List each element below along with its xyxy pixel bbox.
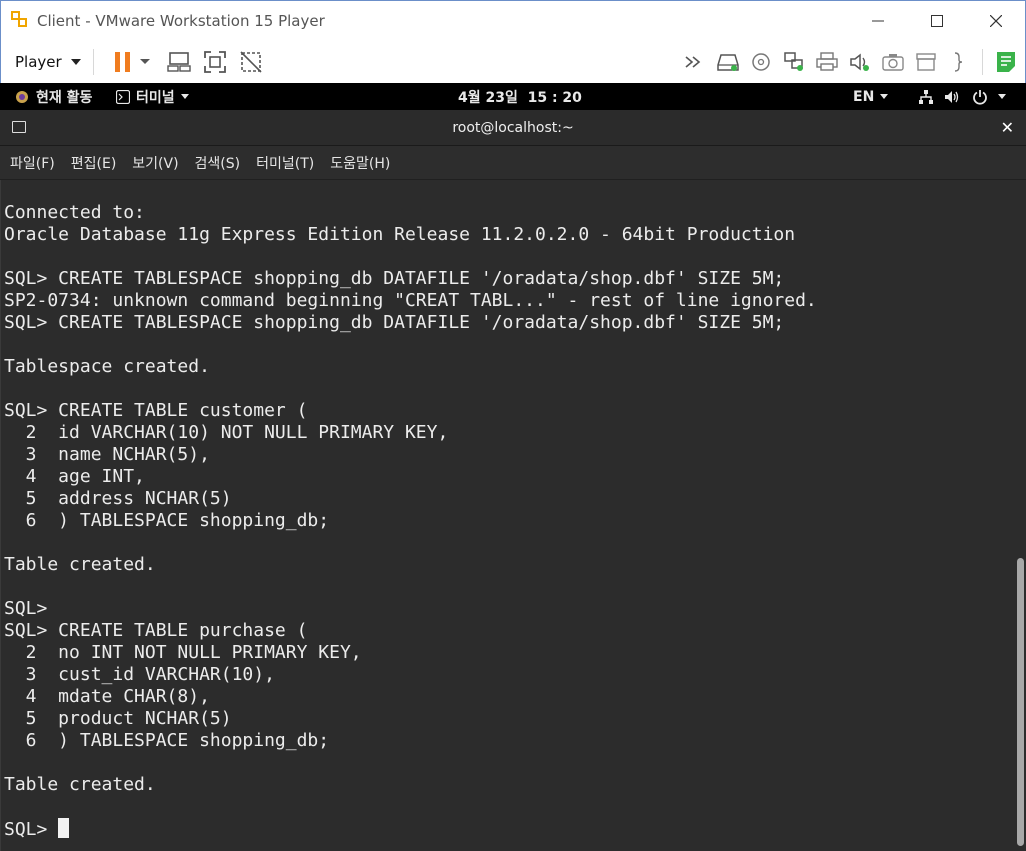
activities-icon [16,90,28,103]
fit-guest-icon[interactable] [202,49,228,75]
terminal-app-menu[interactable]: 터미널 [116,83,189,110]
vmware-titlebar: Client - VMware Workstation 15 Player [0,0,1026,40]
terminal-title: root@localhost:~ [452,120,574,136]
terminal-line: Connected to: [4,202,145,223]
power-icon [973,89,987,105]
menu-search[interactable]: 검색(S) [195,153,241,173]
terminal-line: Table created. [4,774,156,795]
activities-button[interactable]: 현재 활동 [14,83,92,110]
usb-icon[interactable] [913,49,939,75]
send-ctrl-alt-del-icon[interactable] [166,49,192,75]
message-log-icon[interactable] [993,49,1019,75]
terminal-line: SP2-0734: unknown command beginning "CRE… [4,290,817,311]
terminal-line: Oracle Database 11g Express Edition Rele… [4,224,796,245]
terminal-icon [116,89,130,104]
gnome-top-bar: 현재 활동 터미널 4월 23일 15 : 20 EN [0,83,1026,110]
close-icon[interactable] [966,1,1025,41]
toolbar-divider [92,48,94,75]
terminal-line: SQL> CREATE TABLESPACE shopping_db DATAF… [4,312,785,333]
terminal-prompt: SQL> [4,819,59,840]
clock-label: 4월 23일 15 : 20 [458,89,582,106]
player-menu-label: Player [15,52,62,71]
sound-icon[interactable] [847,49,873,75]
menu-file[interactable]: 파일(F) [10,153,55,173]
chevron-down-icon [880,94,889,99]
terminal-app-label: 터미널 [136,89,175,106]
pause-icon[interactable] [110,49,136,75]
window-title: Client - VMware Workstation 15 Player [37,11,325,30]
printer-icon[interactable] [814,49,840,75]
window-controls [848,1,1025,41]
network-icon [919,89,933,104]
terminal-line: SQL> CREATE TABLESPACE shopping_db DATAF… [4,268,785,289]
close-icon[interactable]: ✕ [1001,118,1014,137]
terminal-line: Table created. [4,554,156,575]
terminal-line: SQL> CREATE TABLE customer ( [4,400,308,421]
terminal-lines: Connected to: Oracle Database 11g Express… [4,202,817,840]
language-label: EN [853,88,875,105]
terminal-line: 5 address NCHAR(5) [4,488,232,509]
volume-icon [945,90,959,103]
toolbar-divider [982,48,983,75]
unity-icon[interactable] [238,49,264,75]
player-toolbar: Player [0,40,1026,83]
terminal-line: 3 cust_id VARCHAR(10), [4,664,275,685]
menu-help[interactable]: 도움말(H) [330,153,390,173]
terminal-line: 2 id VARCHAR(10) NOT NULL PRIMARY KEY, [4,422,449,443]
activities-label: 현재 활동 [36,89,93,106]
terminal-menubar: 파일(F) 편집(E) 보기(V) 검색(S) 터미널(T) 도움말(H) [0,146,1026,180]
hard-disk-icon[interactable] [715,49,741,75]
cd-dvd-icon[interactable] [748,49,774,75]
menu-terminal[interactable]: 터미널(T) [256,153,314,173]
chevron-down-icon [70,58,81,65]
chevron-down-icon[interactable] [136,49,154,75]
clock[interactable]: 4월 23일 15 : 20 [458,83,582,110]
terminal-prompt-line: SQL> [4,818,817,840]
terminal-line: 4 age INT, [4,466,145,487]
terminal-line: 6 ) TABLESPACE shopping_db; [4,730,330,751]
terminal-line: 4 mdate CHAR(8), [4,686,210,707]
camera-icon[interactable] [880,49,906,75]
menu-edit[interactable]: 편집(E) [71,153,117,173]
terminal-output[interactable]: Connected to: Oracle Database 11g Express… [0,180,1026,851]
chevron-down-icon [998,94,1006,99]
chevron-down-icon [180,94,189,99]
terminal-line: Tablespace created. [4,356,210,377]
text-cursor [58,818,70,838]
vmware-logo-icon [11,10,31,31]
terminal-line: 5 product NCHAR(5) [4,708,232,729]
terminal-line: SQL> [4,598,48,619]
menu-view[interactable]: 보기(V) [132,153,178,173]
language-selector[interactable]: EN [853,83,889,110]
terminal-header: root@localhost:~ ✕ [0,110,1026,146]
terminal-line: SQL> CREATE TABLE purchase ( [4,620,308,641]
network-adapter-icon[interactable] [781,49,807,75]
maximize-icon[interactable] [907,1,966,41]
player-menu-button[interactable]: Player [15,53,81,71]
more-icon[interactable] [682,49,708,75]
terminal-line: 6 ) TABLESPACE shopping_db; [4,510,330,531]
minimize-icon[interactable] [848,1,907,41]
terminal-line: 2 no INT NOT NULL PRIMARY KEY, [4,642,362,663]
system-menu[interactable] [918,83,1006,110]
bracket-icon[interactable] [946,49,972,75]
scrollbar[interactable] [1017,558,1024,846]
device-icons [675,40,1019,83]
terminal-line: 3 name NCHAR(5), [4,444,210,465]
